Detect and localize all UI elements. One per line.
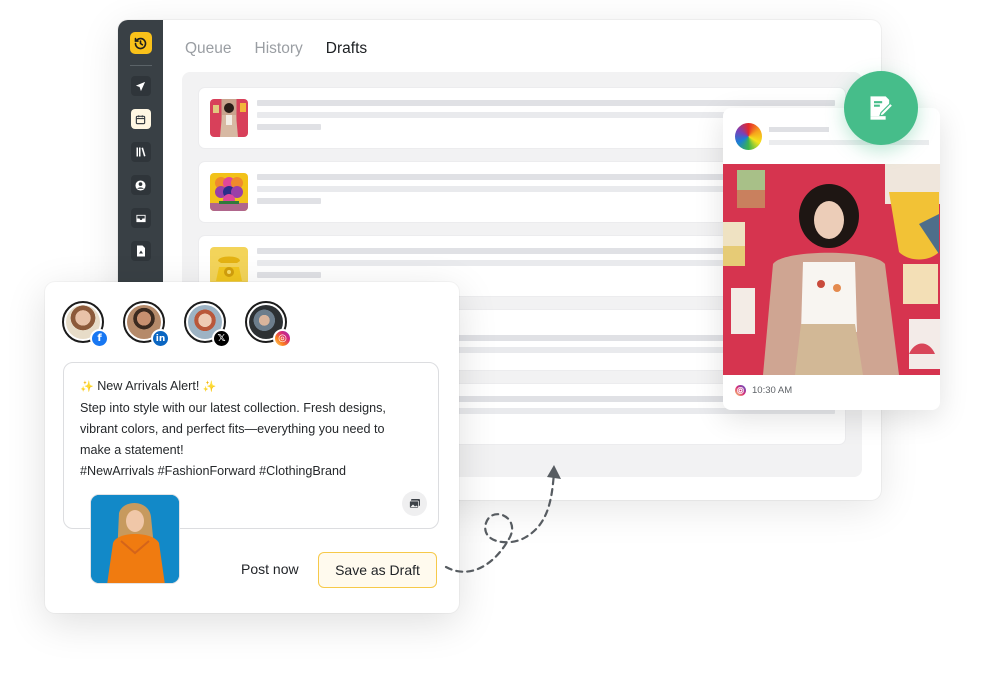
post-composer: f in 𝕏 ◎ ✨ New Arrivals Alert! ✨ Step in…	[45, 282, 459, 613]
facebook-icon: f	[90, 329, 109, 348]
sidebar-item-library[interactable]	[130, 142, 151, 162]
skeleton-line	[257, 198, 321, 204]
post-line: ✨ New Arrivals Alert! ✨	[80, 379, 217, 393]
post-meta: 10:30 AM	[735, 385, 792, 396]
sidebar-divider	[129, 65, 152, 66]
image-icon	[408, 499, 420, 509]
post-line: Step into style with our latest collecti…	[80, 401, 386, 415]
sidebar-item-publish[interactable]	[130, 76, 151, 96]
add-media-button[interactable]	[402, 491, 427, 516]
edit-note-icon	[870, 96, 894, 120]
skeleton-line	[769, 140, 929, 145]
account-linkedin[interactable]: in	[123, 301, 170, 348]
account-instagram[interactable]: ◎	[245, 301, 292, 348]
draft-thumbnail	[210, 99, 248, 137]
account-x[interactable]: 𝕏	[184, 301, 231, 348]
app-logo[interactable]	[129, 32, 152, 54]
user-circle-icon	[135, 179, 146, 191]
account-facebook[interactable]: f	[62, 301, 109, 348]
sidebar-item-profile[interactable]	[130, 175, 151, 195]
sparkle-icon: ✨	[80, 381, 94, 393]
document-icon	[136, 245, 145, 257]
calendar-icon	[135, 114, 146, 124]
sidebar-item-inbox[interactable]	[130, 208, 151, 228]
post-now-button[interactable]: Post now	[241, 561, 299, 577]
attached-image[interactable]	[90, 494, 180, 584]
inbox-icon	[135, 214, 146, 222]
library-icon	[136, 147, 145, 157]
tab-bar: Queue History Drafts	[185, 40, 367, 58]
tab-drafts[interactable]: Drafts	[326, 40, 367, 58]
skeleton-line	[257, 124, 321, 130]
tab-history[interactable]: History	[255, 40, 303, 58]
linkedin-icon: in	[151, 329, 170, 348]
send-icon	[135, 81, 146, 91]
skeleton-line	[257, 100, 835, 106]
draft-thumbnail	[210, 173, 248, 211]
sidebar-item-calendar[interactable]	[130, 109, 151, 129]
drafts-fab-button[interactable]	[844, 71, 918, 145]
clock-history-icon	[134, 37, 147, 49]
tab-queue[interactable]: Queue	[185, 40, 232, 58]
post-line: #NewArrivals #FashionForward #ClothingBr…	[80, 464, 346, 478]
post-time: 10:30 AM	[752, 385, 793, 396]
post-preview-card[interactable]: 10:30 AM	[723, 108, 940, 410]
save-as-draft-button[interactable]: Save as Draft	[318, 552, 437, 588]
skeleton-line	[769, 127, 829, 132]
post-image	[723, 164, 940, 375]
sidebar-item-documents[interactable]	[130, 241, 151, 261]
x-icon: 𝕏	[212, 329, 231, 348]
dashed-arrow-icon	[444, 465, 561, 573]
skeleton-line	[257, 272, 321, 278]
account-avatar	[735, 123, 762, 150]
instagram-icon	[735, 385, 746, 396]
account-selector: f in 𝕏 ◎	[62, 301, 292, 348]
draft-thumbnail	[210, 247, 248, 285]
instagram-icon: ◎	[273, 329, 292, 348]
post-line: make a statement!	[80, 443, 184, 457]
post-line: vibrant colors, and perfect fits—everyth…	[80, 422, 385, 436]
sparkle-icon: ✨	[202, 381, 217, 393]
